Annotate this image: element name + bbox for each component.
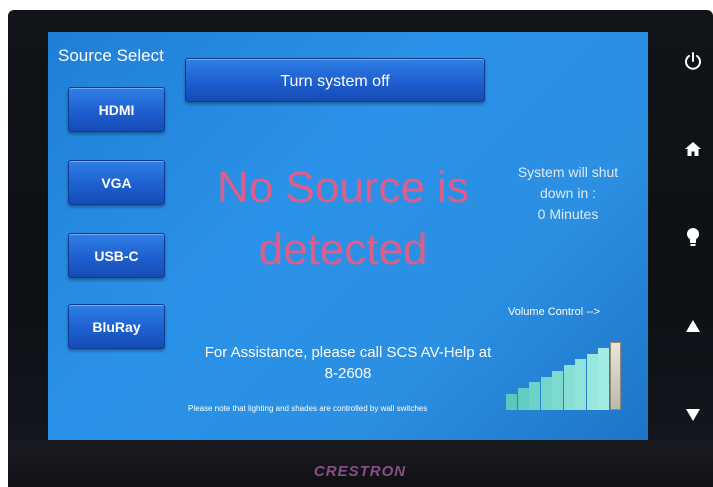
volume-bar bbox=[529, 382, 540, 410]
no-source-line-2: detected bbox=[258, 225, 428, 274]
assistance-line-1: For Assistance, please call SCS AV-Help … bbox=[204, 344, 492, 361]
volume-bar bbox=[518, 388, 529, 410]
power-icon[interactable] bbox=[678, 46, 708, 76]
turn-system-off-button[interactable]: Turn system off bbox=[185, 58, 485, 102]
volume-bar bbox=[575, 359, 586, 410]
source-button-label: USB-C bbox=[94, 247, 139, 264]
light-bulb-icon[interactable] bbox=[678, 223, 708, 253]
arrow-down-icon[interactable] bbox=[678, 400, 708, 430]
volume-bar bbox=[552, 371, 563, 410]
shutdown-line-1: System will shut bbox=[517, 164, 619, 180]
source-button-label: HDMI bbox=[98, 101, 135, 118]
volume-bar bbox=[506, 394, 517, 410]
source-button-bluray[interactable]: BluRay bbox=[68, 304, 165, 349]
volume-slider[interactable] bbox=[506, 342, 621, 410]
shutdown-line-3: 0 Minutes bbox=[537, 206, 599, 222]
lighting-note: Please note that lighting and shades are… bbox=[188, 404, 428, 413]
source-button-vga[interactable]: VGA bbox=[68, 160, 165, 205]
crestron-logo: CRESTRON bbox=[313, 463, 407, 480]
volume-bar bbox=[541, 377, 552, 410]
assistance-line-2: 8-2608 bbox=[324, 365, 372, 382]
home-icon[interactable] bbox=[678, 134, 708, 164]
touch-screen: Source Select HDMI VGA USB-C BluRay Turn… bbox=[48, 32, 648, 440]
assistance-message: For Assistance, please call SCS AV-Help … bbox=[188, 342, 508, 384]
arrow-up-icon[interactable] bbox=[678, 311, 708, 341]
shutdown-line-2: down in : bbox=[539, 185, 597, 201]
volume-control-label: Volume Control --> bbox=[508, 306, 601, 318]
volume-bar bbox=[564, 365, 575, 410]
source-button-label: VGA bbox=[101, 174, 132, 191]
source-button-hdmi[interactable]: HDMI bbox=[68, 87, 165, 132]
volume-bar bbox=[598, 348, 609, 410]
no-source-message: No Source is detected bbox=[198, 157, 488, 281]
source-button-usb-c[interactable]: USB-C bbox=[68, 233, 165, 278]
no-source-line-1: No Source is bbox=[217, 163, 469, 212]
shutdown-timer: System will shut down in : 0 Minutes bbox=[503, 162, 633, 225]
source-select-title: Source Select bbox=[58, 46, 164, 65]
source-button-label: BluRay bbox=[92, 318, 141, 335]
turn-system-off-label: Turn system off bbox=[280, 73, 390, 90]
volume-bar bbox=[587, 354, 598, 410]
volume-bar bbox=[610, 342, 621, 410]
